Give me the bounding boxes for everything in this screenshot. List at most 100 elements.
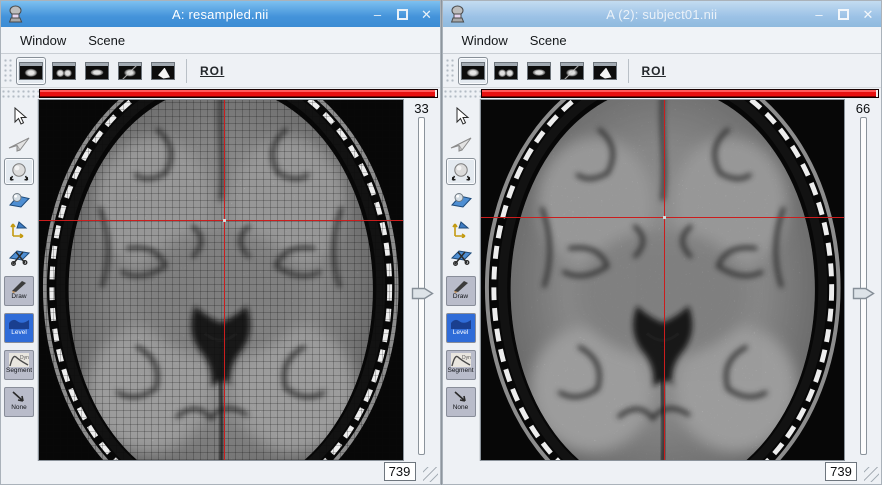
draw-tool-label: Draw <box>453 293 468 300</box>
cursor-icon <box>451 106 471 126</box>
draw-tool-button[interactable]: Draw <box>4 276 34 306</box>
segment-tool-button[interactable]: Dyn Segment <box>446 350 476 380</box>
level-tool-label: Level <box>11 329 27 336</box>
trackball-tool-button[interactable] <box>446 158 476 185</box>
crosshair-center <box>223 219 226 222</box>
window-subject01: A (2): subject01.nii – ✕ Window Scene RO… <box>442 0 882 485</box>
statusbar: 739 <box>443 461 882 484</box>
segment-dyn-text: Dyn <box>20 355 29 361</box>
close-icon[interactable]: ✕ <box>420 8 434 21</box>
scissors-plane-icon <box>450 246 472 266</box>
sagittal-view-button[interactable] <box>82 57 112 85</box>
trackball-tool-button[interactable] <box>4 158 34 185</box>
referential-tool-button[interactable] <box>446 214 476 241</box>
red-range-bar[interactable] <box>39 89 438 98</box>
slice-max-value: 739 <box>825 462 857 481</box>
3d-view-icon <box>593 62 617 80</box>
none-tool-label: None <box>11 404 27 411</box>
coronal-view-button[interactable] <box>491 57 521 85</box>
menu-scene[interactable]: Scene <box>521 29 576 52</box>
statusbar: 739 <box>1 461 440 484</box>
titlebar[interactable]: A (2): subject01.nii – ✕ <box>443 1 882 27</box>
level-tool-button[interactable]: Level <box>446 313 476 343</box>
slice-slider-handle[interactable] <box>852 286 876 301</box>
slice-viewport[interactable] <box>38 99 404 461</box>
level-tool-label: Level <box>453 329 469 336</box>
window-resampled: A: resampled.nii – ✕ Window Scene ROI <box>0 0 441 485</box>
slice-slider-panel: 66 <box>845 99 881 461</box>
menubar: Window Scene <box>1 27 440 54</box>
coronal-view-icon <box>52 62 76 80</box>
sagittal-view-icon <box>527 62 551 80</box>
roi-button[interactable]: ROI <box>195 61 229 81</box>
3d-view-button[interactable] <box>590 57 620 85</box>
cut-plane-tool-button[interactable] <box>446 242 476 269</box>
level-wave-icon <box>451 316 471 329</box>
coronal-view-button[interactable] <box>49 57 79 85</box>
oblique-plane-tool-button[interactable] <box>4 186 34 213</box>
sagittal-view-icon <box>85 62 109 80</box>
range-drag-handle[interactable] <box>443 89 481 98</box>
selection-tool-button[interactable] <box>446 102 476 129</box>
draw-tool-button[interactable]: Draw <box>446 276 476 306</box>
cut-plane-tool-button[interactable] <box>4 242 34 269</box>
menu-window[interactable]: Window <box>11 29 75 52</box>
oblique-view-button[interactable] <box>557 57 587 85</box>
roi-button[interactable]: ROI <box>637 61 671 81</box>
slice-max-value: 739 <box>384 462 416 481</box>
3d-view-button[interactable] <box>148 57 178 85</box>
minimize-icon[interactable]: – <box>371 8 385 21</box>
crosshair-horizontal <box>39 220 403 221</box>
menu-window[interactable]: Window <box>453 29 517 52</box>
fly-tool-button[interactable] <box>4 130 34 157</box>
resize-grip-icon[interactable] <box>864 467 879 482</box>
fly-tool-button[interactable] <box>446 130 476 157</box>
toolbar-separator <box>186 59 187 83</box>
segment-tool-button[interactable]: Dyn Segment <box>4 350 34 380</box>
resize-grip-icon[interactable] <box>423 467 438 482</box>
range-drag-handle[interactable] <box>1 89 39 98</box>
axial-view-button[interactable] <box>458 57 488 85</box>
sagittal-view-button[interactable] <box>524 57 554 85</box>
view-toolbar: ROI <box>1 54 440 88</box>
none-arrow-icon <box>9 390 29 404</box>
red-range-bar[interactable] <box>481 89 880 98</box>
tool-sidebar: Draw Level Dyn Segment None <box>1 99 38 461</box>
menubar: Window Scene <box>443 27 882 54</box>
slice-viewport[interactable] <box>480 99 846 461</box>
toolbar-separator <box>628 59 629 83</box>
slice-slider-handle[interactable] <box>411 286 435 301</box>
level-tool-button[interactable]: Level <box>4 313 34 343</box>
titlebar[interactable]: A: resampled.nii – ✕ <box>1 1 440 27</box>
none-tool-button[interactable]: None <box>4 387 34 417</box>
axial-view-button[interactable] <box>16 57 46 85</box>
none-arrow-icon <box>451 390 471 404</box>
axial-view-icon <box>19 62 43 80</box>
maximize-icon[interactable] <box>397 9 408 20</box>
oblique-plane-tool-button[interactable] <box>446 186 476 213</box>
histogram-curve-icon: Dyn <box>9 353 29 367</box>
paintbrush-icon <box>9 279 29 293</box>
toolbar-drag-handle[interactable] <box>3 58 13 84</box>
view-toolbar: ROI <box>443 54 882 88</box>
level-wave-icon <box>9 316 29 329</box>
maximize-icon[interactable] <box>838 9 849 20</box>
slice-slider-panel: 33 <box>404 99 440 461</box>
toolbar-drag-handle[interactable] <box>445 58 455 84</box>
crosshair-center <box>663 216 666 219</box>
none-tool-label: None <box>453 404 469 411</box>
draw-tool-label: Draw <box>11 293 26 300</box>
referential-tool-button[interactable] <box>4 214 34 241</box>
none-tool-button[interactable]: None <box>446 387 476 417</box>
coronal-view-icon <box>494 62 518 80</box>
crosshair-vertical <box>224 100 225 460</box>
menu-scene[interactable]: Scene <box>79 29 134 52</box>
range-row <box>1 88 440 99</box>
crosshair-vertical <box>664 100 665 460</box>
minimize-icon[interactable]: – <box>812 8 826 21</box>
oblique-view-button[interactable] <box>115 57 145 85</box>
brain-slice-image <box>481 100 845 460</box>
selection-tool-button[interactable] <box>4 102 34 129</box>
scissors-plane-icon <box>8 246 30 266</box>
close-icon[interactable]: ✕ <box>861 8 875 21</box>
